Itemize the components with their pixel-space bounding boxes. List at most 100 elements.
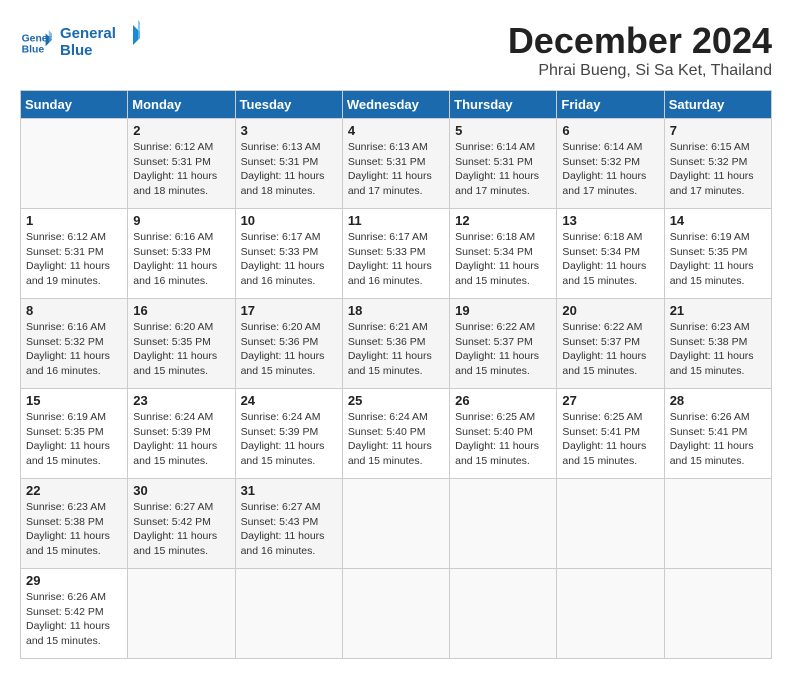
day-number: 18 xyxy=(348,303,444,318)
day-number: 30 xyxy=(133,483,229,498)
calendar-cell xyxy=(128,569,235,659)
calendar-cell xyxy=(557,479,664,569)
calendar-week-row: 8 Sunrise: 6:16 AM Sunset: 5:32 PM Daylig… xyxy=(21,299,772,389)
calendar-cell: 27Sunrise: 6:25 AM Sunset: 5:41 PM Dayli… xyxy=(557,389,664,479)
day-number: 24 xyxy=(241,393,337,408)
svg-text:Blue: Blue xyxy=(60,42,93,59)
calendar-cell: 4Sunrise: 6:13 AM Sunset: 5:31 PM Daylig… xyxy=(342,119,449,209)
calendar-cell: 19 Sunrise: 6:22 AM Sunset: 5:37 PM Dayli… xyxy=(450,299,557,389)
calendar-week-row: 1 Sunrise: 6:12 AM Sunset: 5:31 PM Daylig… xyxy=(21,209,772,299)
calendar-week-row: 29 Sunrise: 6:26 AM Sunset: 5:42 PM Dayli… xyxy=(21,569,772,659)
day-info: Sunrise: 6:19 AM Sunset: 5:35 PM Dayligh… xyxy=(26,410,122,469)
day-header-friday: Friday xyxy=(557,91,664,119)
day-number: 13 xyxy=(562,213,658,228)
calendar-cell xyxy=(235,569,342,659)
calendar-week-row: 15 Sunrise: 6:19 AM Sunset: 5:35 PM Dayli… xyxy=(21,389,772,479)
day-info: Sunrise: 6:18 AM Sunset: 5:34 PM Dayligh… xyxy=(562,230,658,289)
day-number: 21 xyxy=(670,303,766,318)
calendar-cell xyxy=(557,569,664,659)
calendar-cell: 26Sunrise: 6:25 AM Sunset: 5:40 PM Dayli… xyxy=(450,389,557,479)
svg-text:Blue: Blue xyxy=(22,44,45,55)
day-number: 1 xyxy=(26,213,122,228)
logo-icon: General Blue xyxy=(20,27,52,59)
calendar-cell: 18Sunrise: 6:21 AM Sunset: 5:36 PM Dayli… xyxy=(342,299,449,389)
calendar-cell: 15 Sunrise: 6:19 AM Sunset: 5:35 PM Dayli… xyxy=(21,389,128,479)
day-number: 28 xyxy=(670,393,766,408)
calendar-cell: 16Sunrise: 6:20 AM Sunset: 5:35 PM Dayli… xyxy=(128,299,235,389)
calendar-cell: 24 Sunrise: 6:24 AM Sunset: 5:39 PM Dayli… xyxy=(235,389,342,479)
calendar-cell: 31Sunrise: 6:27 AM Sunset: 5:43 PM Dayli… xyxy=(235,479,342,569)
day-number: 29 xyxy=(26,573,122,588)
calendar-cell xyxy=(21,119,128,209)
calendar-cell xyxy=(450,479,557,569)
day-info: Sunrise: 6:22 AM Sunset: 5:37 PM Dayligh… xyxy=(455,320,551,379)
day-number: 6 xyxy=(562,123,658,138)
calendar-cell xyxy=(342,479,449,569)
calendar-cell: 1 Sunrise: 6:12 AM Sunset: 5:31 PM Daylig… xyxy=(21,209,128,299)
calendar-cell: 17 Sunrise: 6:20 AM Sunset: 5:36 PM Dayli… xyxy=(235,299,342,389)
calendar-cell: 3Sunrise: 6:13 AM Sunset: 5:31 PM Daylig… xyxy=(235,119,342,209)
calendar-cell: 2Sunrise: 6:12 AM Sunset: 5:31 PM Daylig… xyxy=(128,119,235,209)
day-info: Sunrise: 6:20 AM Sunset: 5:35 PM Dayligh… xyxy=(133,320,229,379)
day-info: Sunrise: 6:24 AM Sunset: 5:40 PM Dayligh… xyxy=(348,410,444,469)
calendar-cell: 12 Sunrise: 6:18 AM Sunset: 5:34 PM Dayli… xyxy=(450,209,557,299)
day-info: Sunrise: 6:17 AM Sunset: 5:33 PM Dayligh… xyxy=(348,230,444,289)
calendar-header-row: SundayMondayTuesdayWednesdayThursdayFrid… xyxy=(21,91,772,119)
day-number: 19 xyxy=(455,303,551,318)
day-number: 17 xyxy=(241,303,337,318)
day-info: Sunrise: 6:16 AM Sunset: 5:33 PM Dayligh… xyxy=(133,230,229,289)
day-number: 7 xyxy=(670,123,766,138)
day-info: Sunrise: 6:17 AM Sunset: 5:33 PM Dayligh… xyxy=(241,230,337,289)
calendar-cell: 6 Sunrise: 6:14 AM Sunset: 5:32 PM Daylig… xyxy=(557,119,664,209)
calendar-cell: 11 Sunrise: 6:17 AM Sunset: 5:33 PM Dayli… xyxy=(342,209,449,299)
day-number: 4 xyxy=(348,123,444,138)
location-subtitle: Phrai Bueng, Si Sa Ket, Thailand xyxy=(508,62,772,80)
calendar-cell: 30 Sunrise: 6:27 AM Sunset: 5:42 PM Dayli… xyxy=(128,479,235,569)
day-number: 23 xyxy=(133,393,229,408)
day-header-sunday: Sunday xyxy=(21,91,128,119)
logo: General Blue General Blue General Blue xyxy=(20,20,140,65)
calendar-cell: 20Sunrise: 6:22 AM Sunset: 5:37 PM Dayli… xyxy=(557,299,664,389)
day-info: Sunrise: 6:27 AM Sunset: 5:43 PM Dayligh… xyxy=(241,500,337,559)
calendar-week-row: 2Sunrise: 6:12 AM Sunset: 5:31 PM Daylig… xyxy=(21,119,772,209)
day-info: Sunrise: 6:18 AM Sunset: 5:34 PM Dayligh… xyxy=(455,230,551,289)
day-info: Sunrise: 6:24 AM Sunset: 5:39 PM Dayligh… xyxy=(241,410,337,469)
day-header-thursday: Thursday xyxy=(450,91,557,119)
day-info: Sunrise: 6:27 AM Sunset: 5:42 PM Dayligh… xyxy=(133,500,229,559)
day-number: 3 xyxy=(241,123,337,138)
day-number: 15 xyxy=(26,393,122,408)
day-info: Sunrise: 6:26 AM Sunset: 5:41 PM Dayligh… xyxy=(670,410,766,469)
day-number: 5 xyxy=(455,123,551,138)
day-info: Sunrise: 6:16 AM Sunset: 5:32 PM Dayligh… xyxy=(26,320,122,379)
day-number: 12 xyxy=(455,213,551,228)
day-number: 25 xyxy=(348,393,444,408)
calendar-cell: 23 Sunrise: 6:24 AM Sunset: 5:39 PM Dayli… xyxy=(128,389,235,479)
day-number: 9 xyxy=(133,213,229,228)
calendar-cell: 9 Sunrise: 6:16 AM Sunset: 5:33 PM Daylig… xyxy=(128,209,235,299)
calendar-cell: 5Sunrise: 6:14 AM Sunset: 5:31 PM Daylig… xyxy=(450,119,557,209)
day-number: 11 xyxy=(348,213,444,228)
header: General Blue General Blue General Blue D… xyxy=(20,20,772,80)
day-number: 14 xyxy=(670,213,766,228)
day-info: Sunrise: 6:26 AM Sunset: 5:42 PM Dayligh… xyxy=(26,590,122,649)
calendar-cell: 10Sunrise: 6:17 AM Sunset: 5:33 PM Dayli… xyxy=(235,209,342,299)
day-info: Sunrise: 6:14 AM Sunset: 5:32 PM Dayligh… xyxy=(562,140,658,199)
day-header-tuesday: Tuesday xyxy=(235,91,342,119)
calendar-cell: 21 Sunrise: 6:23 AM Sunset: 5:38 PM Dayli… xyxy=(664,299,771,389)
day-number: 8 xyxy=(26,303,122,318)
day-info: Sunrise: 6:24 AM Sunset: 5:39 PM Dayligh… xyxy=(133,410,229,469)
calendar-cell: 8 Sunrise: 6:16 AM Sunset: 5:32 PM Daylig… xyxy=(21,299,128,389)
calendar-cell: 22Sunrise: 6:23 AM Sunset: 5:38 PM Dayli… xyxy=(21,479,128,569)
day-info: Sunrise: 6:20 AM Sunset: 5:36 PM Dayligh… xyxy=(241,320,337,379)
day-number: 22 xyxy=(26,483,122,498)
day-info: Sunrise: 6:25 AM Sunset: 5:40 PM Dayligh… xyxy=(455,410,551,469)
calendar-cell: 13 Sunrise: 6:18 AM Sunset: 5:34 PM Dayli… xyxy=(557,209,664,299)
day-info: Sunrise: 6:25 AM Sunset: 5:41 PM Dayligh… xyxy=(562,410,658,469)
day-info: Sunrise: 6:23 AM Sunset: 5:38 PM Dayligh… xyxy=(670,320,766,379)
day-info: Sunrise: 6:12 AM Sunset: 5:31 PM Dayligh… xyxy=(26,230,122,289)
logo-svg: General Blue xyxy=(60,20,140,60)
day-info: Sunrise: 6:15 AM Sunset: 5:32 PM Dayligh… xyxy=(670,140,766,199)
title-area: December 2024 Phrai Bueng, Si Sa Ket, Th… xyxy=(508,20,772,80)
calendar-week-row: 22Sunrise: 6:23 AM Sunset: 5:38 PM Dayli… xyxy=(21,479,772,569)
day-header-saturday: Saturday xyxy=(664,91,771,119)
